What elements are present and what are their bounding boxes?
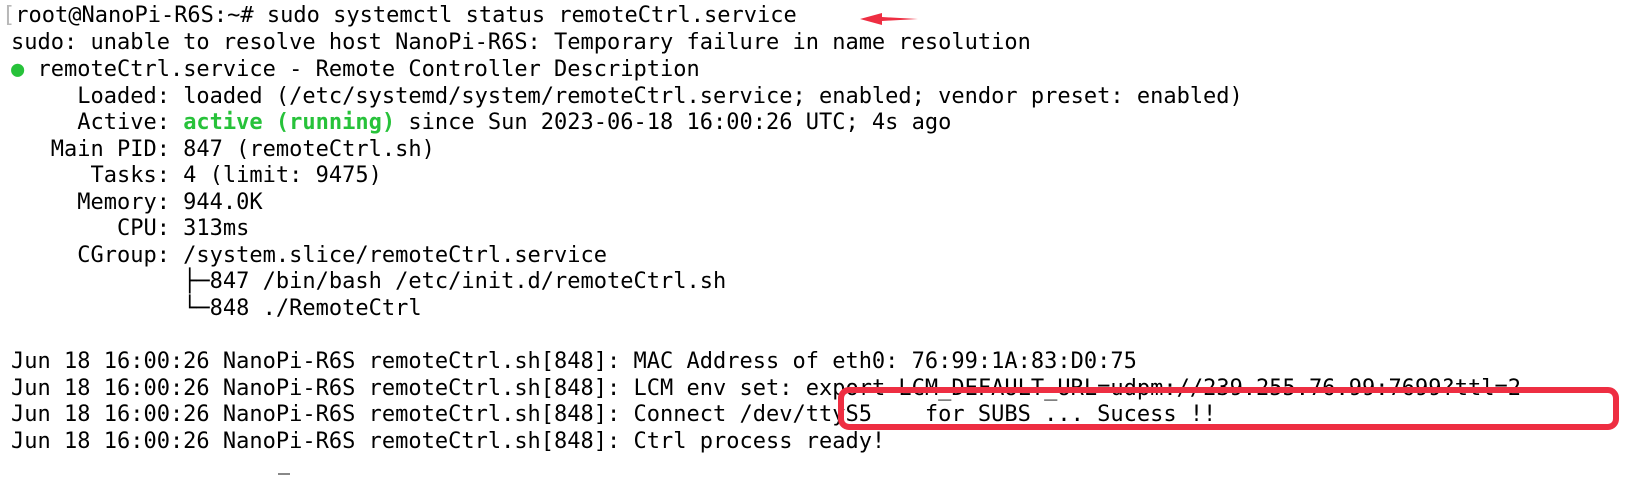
unit-header: remoteCtrl.service - Remote Controller D… [24, 57, 700, 82]
shell-prompt: root@NanoPi-R6S:~# [15, 3, 267, 28]
loaded-line: Loaded: loaded (/etc/systemd/system/remo… [11, 83, 1243, 110]
cgroup-child-2: └─848 ./RemoteCtrl [11, 296, 422, 321]
tasks-line: Tasks: 4 (limit: 9475) [11, 163, 382, 188]
cgroup-child-1: ├─847 /bin/bash /etc/init.d/remoteCtrl.s… [11, 269, 727, 294]
main-pid-line: Main PID: 847 (remoteCtrl.sh) [11, 137, 435, 162]
log-line-2-prefix: Jun 18 16:00:26 NanoPi-R6S remoteCtrl.sh… [11, 376, 806, 401]
loaded-value: loaded (/etc/systemd/system/remoteCtrl.s… [183, 84, 1243, 109]
active-line: Active: active (running) since Sun 2023-… [11, 109, 951, 136]
active-key: Active: [11, 110, 184, 135]
typed-command: sudo systemctl status remoteCtrl.service [266, 3, 797, 28]
log-line-1: Jun 18 16:00:26 NanoPi-R6S remoteCtrl.sh… [11, 349, 1137, 374]
cpu-line: CPU: 313ms [11, 216, 250, 241]
loaded-key: Loaded: [11, 84, 184, 109]
memory-line: Memory: 944.0K [11, 190, 263, 215]
log-line-4: Jun 18 16:00:26 NanoPi-R6S remoteCtrl.sh… [11, 429, 886, 454]
active-state: active (running) [183, 110, 396, 135]
status-bullet-icon: ● [11, 57, 25, 82]
sudo-warning-line: sudo: unable to resolve host NanoPi-R6S:… [11, 30, 1031, 55]
active-since: since Sun 2023-06-18 16:00:26 UTC; 4s ag… [395, 110, 952, 135]
prompt-line: [root@NanoPi-R6S:~# sudo systemctl statu… [2, 2, 797, 29]
text-cursor [278, 473, 290, 475]
unit-header-line: ● remoteCtrl.service - Remote Controller… [11, 56, 700, 83]
prompt-bracket: [ [2, 3, 16, 28]
cgroup-line: CGroup: /system.slice/remoteCtrl.service [11, 243, 608, 268]
red-arrow-icon [860, 13, 918, 25]
export-highlight-box [838, 387, 1619, 430]
terminal-window[interactable]: [root@NanoPi-R6S:~# sudo systemctl statu… [0, 0, 1652, 480]
